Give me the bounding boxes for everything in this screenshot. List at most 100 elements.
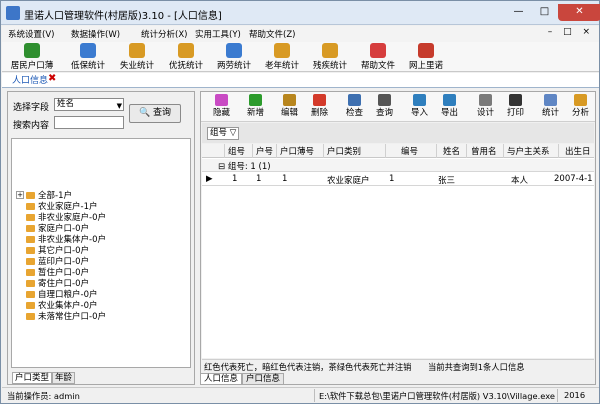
group-row[interactable]: ⊟ 组号: 1 (1): [202, 159, 594, 172]
col-header[interactable]: 姓名: [443, 145, 460, 157]
tree-item-label: 未落常住户口-0户: [38, 312, 106, 322]
low-income-stats-button[interactable]: 低保统计: [66, 43, 110, 71]
tree-item[interactable]: 自理口粮户-0户: [26, 288, 97, 300]
query-grid-button[interactable]: 查询: [376, 94, 393, 118]
col-divider: [466, 144, 467, 158]
tab-age[interactable]: 年龄: [52, 372, 76, 384]
field-select[interactable]: 姓名 ▼: [54, 98, 124, 111]
folder-icon: [26, 269, 35, 276]
hide-label: 隐藏: [213, 108, 231, 118]
col-header[interactable]: 组号: [228, 145, 245, 157]
col-header[interactable]: 编号: [401, 145, 418, 157]
tab-population-info[interactable]: 人口信息: [9, 73, 51, 87]
stats-button[interactable]: 统计: [542, 94, 559, 118]
grid-header: 组号 户号 户口薄号 户口类别 编号 姓名 曾用名 与户主关系 出生日: [202, 144, 594, 158]
tree-item[interactable]: 农业集体户-0户: [26, 299, 97, 311]
check-button[interactable]: 检查: [346, 94, 363, 118]
col-header[interactable]: 户口类别: [327, 145, 361, 157]
export-button[interactable]: 导出: [441, 94, 458, 118]
tree-item[interactable]: 蓝印户口-0户: [26, 255, 89, 267]
menu-system-settings[interactable]: 系统设置(V): [8, 28, 54, 40]
save-icon: [348, 94, 361, 106]
exe-path-status: E:\软件下载总包\里诺户口管理软件(村居版) V3.10\Village.ex…: [319, 391, 555, 401]
tree-item[interactable]: 暂住户口-0户: [26, 266, 89, 278]
tab-population-grid[interactable]: 人口信息: [200, 373, 243, 385]
unemployment-stats-button[interactable]: 失业统计: [115, 43, 159, 71]
group-by-bar: 组号 ▽: [202, 123, 594, 143]
menu-tools[interactable]: 实用工具(Y): [195, 28, 241, 40]
col-divider: [436, 144, 437, 158]
disability-stats-button[interactable]: 残疾统计: [308, 43, 352, 71]
minimize-button[interactable]: —: [506, 4, 531, 21]
tree-item[interactable]: 非农业家庭户-0户: [26, 211, 106, 223]
print-icon: [509, 94, 522, 106]
expand-toggle-icon[interactable]: +: [16, 191, 24, 199]
close-button[interactable]: ✕: [558, 4, 600, 21]
tab-household-type[interactable]: 户口类型: [12, 372, 53, 384]
col-header[interactable]: 户号: [256, 145, 273, 157]
folder-icon: [26, 236, 35, 243]
query-grid-label: 查询: [376, 108, 394, 118]
two-labor-stats-button[interactable]: 两劳统计: [212, 43, 256, 71]
tree-item[interactable]: 农业家庭户-1户: [26, 200, 97, 212]
analysis-button[interactable]: 分析: [572, 94, 589, 118]
query-button-label: 查询: [153, 108, 172, 118]
right-tab-strip: 人口信息 户口信息: [200, 373, 285, 385]
elderly-stats-button[interactable]: 老年统计: [260, 43, 304, 71]
edit-icon: [283, 94, 296, 106]
search-icon: 🔍: [138, 108, 151, 118]
tree-item-all[interactable]: 全部-1户: [26, 189, 72, 201]
search-input[interactable]: [54, 116, 124, 129]
col-divider: [252, 144, 253, 158]
mdi-window-controls[interactable]: – □ ×: [548, 27, 594, 37]
delete-button[interactable]: 删除: [311, 94, 328, 118]
query-button[interactable]: 🔍 查询: [129, 104, 181, 123]
col-header[interactable]: 出生日: [565, 145, 591, 157]
tree-item[interactable]: 家庭户口-0户: [26, 222, 89, 234]
toolbox-icon: [129, 43, 145, 58]
import-button[interactable]: 导入: [411, 94, 428, 118]
online-lino-button[interactable]: 网上里诺: [404, 43, 448, 71]
menu-help[interactable]: 帮助文件(Z): [249, 28, 295, 40]
hide-button[interactable]: 隐藏: [213, 94, 230, 118]
export-icon: [443, 94, 456, 106]
add-button[interactable]: 新增: [247, 94, 264, 118]
tab-household-info[interactable]: 户口信息: [242, 373, 285, 385]
print-button[interactable]: 打印: [507, 94, 524, 118]
design-button[interactable]: 设计: [477, 94, 494, 118]
document-tab-bar: 人口信息 ✖: [2, 73, 599, 88]
table-row[interactable]: ▶ 1 1 1 农业家庭户 1 张三 本人 2007-4-1: [202, 173, 594, 186]
main-toolbar: 居民户口薄 低保统计 失业统计 优抚统计 两劳统计 老年统计 残疾统计 帮助文件…: [2, 42, 599, 72]
record-count-text: 当前共查询到1条人口信息: [428, 362, 525, 372]
col-header[interactable]: 户口薄号: [280, 145, 314, 157]
household-register-button[interactable]: 居民户口薄: [6, 43, 58, 71]
col-header[interactable]: 与户主关系: [507, 145, 550, 157]
tree-item[interactable]: 寄住户口-0户: [26, 277, 89, 289]
population-grid: 组号 户号 户口薄号 户口类别 编号 姓名 曾用名 与户主关系 出生日 ⊟ 组号…: [202, 144, 594, 358]
folder-icon: [26, 313, 35, 320]
title-bar: 里诺人口管理软件(村居版)3.10 - [人口信息] — □ ✕: [1, 1, 600, 25]
menu-statistics[interactable]: 统计分析(X): [141, 28, 187, 40]
plus-icon: [249, 94, 262, 106]
status-divider: [314, 389, 315, 402]
house-icon: [418, 43, 434, 58]
maximize-button[interactable]: □: [532, 4, 557, 21]
group-chip[interactable]: 组号 ▽: [207, 127, 239, 140]
special-care-stats-button[interactable]: 优抚统计: [164, 43, 208, 71]
help-file-button[interactable]: 帮助文件: [356, 43, 400, 71]
folder-icon: [26, 225, 35, 232]
menu-data-operations[interactable]: 数据操作(W): [71, 28, 120, 40]
group-row-label: ⊟ 组号: 1 (1): [218, 162, 271, 172]
window-title: 里诺人口管理软件(村居版)3.10 - [人口信息]: [24, 11, 222, 22]
col-header[interactable]: 曾用名: [471, 145, 497, 157]
folder-icon: [26, 258, 35, 265]
tree-item[interactable]: 其它户口-0户: [26, 244, 89, 256]
tree-item[interactable]: 非农业集体户-0户: [26, 233, 106, 245]
cell: 2007-4-1: [554, 174, 593, 184]
edit-button[interactable]: 编辑: [281, 94, 298, 118]
app-icon: [6, 6, 20, 20]
close-tab-icon[interactable]: ✖: [48, 73, 56, 84]
help-icon: [370, 43, 386, 58]
toolbar-label: 优抚统计: [168, 61, 203, 71]
tree-item[interactable]: 未落常住户口-0户: [26, 310, 106, 322]
